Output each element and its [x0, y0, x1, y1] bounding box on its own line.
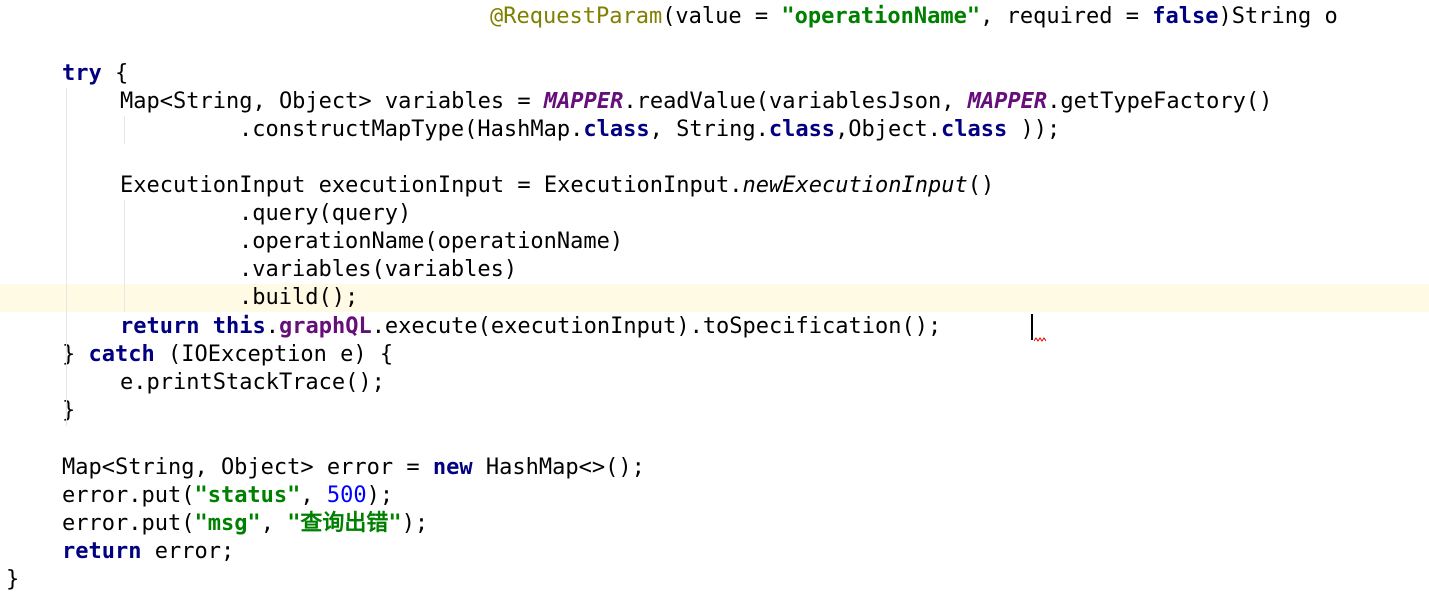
- code-line[interactable]: return this.graphQL.execute(executionInp…: [0, 313, 1429, 341]
- code-token-keyword: catch: [88, 342, 155, 367]
- code-line[interactable]: .constructMapType(HashMap.class, String.…: [0, 116, 1429, 144]
- code-token-keyword: new: [432, 455, 473, 480]
- code-line-text: e.printStackTrace();: [120, 369, 385, 397]
- code-token-plain: );: [366, 483, 394, 508]
- code-line[interactable]: Map<String, Object> variables = MAPPER.r…: [0, 88, 1429, 116]
- code-token-plain: ,: [300, 483, 327, 508]
- code-token-string: "operationName": [781, 4, 981, 29]
- code-line-text: .variables(variables): [239, 256, 517, 284]
- code-line-text: Map<String, Object> variables = MAPPER.r…: [120, 88, 1272, 116]
- code-editor[interactable]: @RequestParam(value = "operationName", r…: [0, 0, 1429, 604]
- code-line-text: .query(query): [239, 200, 411, 228]
- code-token-plain: }: [6, 567, 20, 592]
- code-line-text: }: [6, 566, 19, 594]
- code-line[interactable]: .build();: [0, 284, 1429, 312]
- code-token-plain: .operationName(operationName): [239, 229, 624, 254]
- code-line[interactable]: }: [0, 566, 1429, 594]
- code-token-plain: , required =: [980, 4, 1153, 29]
- code-token-keyword: class: [583, 117, 650, 142]
- code-line[interactable]: } catch (IOException e) {: [0, 341, 1429, 369]
- code-line[interactable]: }: [0, 397, 1429, 425]
- code-token-plain: error.put(: [62, 511, 195, 536]
- code-line[interactable]: @RequestParam(value = "operationName", r…: [0, 3, 1429, 31]
- indent-guide: [124, 200, 125, 312]
- code-token-keyword: class: [941, 117, 1008, 142]
- code-line[interactable]: Map<String, Object> error = new HashMap<…: [0, 454, 1429, 482]
- code-line[interactable]: try {: [0, 60, 1429, 88]
- text-caret: [1031, 314, 1033, 340]
- code-token-plain: (): [967, 173, 995, 198]
- code-token-plain: .build();: [239, 285, 359, 310]
- code-line[interactable]: error.put("msg", "查询出错");: [0, 510, 1429, 538]
- code-token-field: graphQL: [278, 314, 372, 339]
- code-line[interactable]: .variables(variables): [0, 256, 1429, 284]
- code-token-plain: ExecutionInput executionInput = Executio…: [120, 173, 743, 198]
- code-token-keyword: this: [212, 314, 266, 339]
- code-line-text: .operationName(operationName): [239, 228, 623, 256]
- code-token-number: 500: [326, 483, 367, 508]
- code-line[interactable]: .query(query): [0, 200, 1429, 228]
- code-token-string: "查询出错": [287, 511, 402, 536]
- code-token-annot: @RequestParam: [490, 4, 663, 29]
- code-token-plain: , String.: [649, 117, 769, 142]
- code-line[interactable]: return error;: [0, 538, 1429, 566]
- code-token-plain: .: [265, 314, 279, 339]
- code-line-text: }: [62, 397, 75, 425]
- code-line-text: .constructMapType(HashMap.class, String.…: [239, 116, 1060, 144]
- code-token-plain: .query(query): [239, 201, 412, 226]
- code-token-plain: ,Object.: [835, 117, 942, 142]
- code-line-text: return this.graphQL.execute(executionInp…: [120, 313, 941, 341]
- code-token-plain: ,: [260, 511, 288, 536]
- code-token-plain: (IOException e) {: [154, 342, 394, 367]
- code-line-text: @RequestParam(value = "operationName", r…: [490, 3, 1338, 31]
- code-token-italic: newExecutionInput: [742, 173, 968, 198]
- code-line-text: .build();: [239, 284, 358, 312]
- code-token-keyword: return: [120, 314, 200, 339]
- indent-guide: [66, 88, 67, 426]
- code-token-plain: .variables(variables): [239, 257, 518, 282]
- code-token-plain: HashMap<>();: [472, 455, 645, 480]
- code-token-plain: e.printStackTrace();: [120, 370, 385, 395]
- code-token-keyword: return: [62, 539, 142, 564]
- code-token-static: MAPPER: [967, 89, 1048, 114]
- code-token-keyword: try: [62, 61, 102, 86]
- code-line[interactable]: .operationName(operationName): [0, 228, 1429, 256]
- code-line-text: } catch (IOException e) {: [62, 341, 393, 369]
- code-line-text: return error;: [62, 538, 234, 566]
- code-token-static: MAPPER: [543, 89, 624, 114]
- code-token-plain: )String o: [1218, 4, 1338, 29]
- code-token-plain: }: [62, 398, 76, 423]
- code-token-plain: );: [401, 511, 429, 536]
- code-token-plain: {: [101, 61, 129, 86]
- code-token-plain: Map<String, Object> variables =: [120, 89, 544, 114]
- code-token-plain: ));: [1007, 117, 1061, 142]
- code-line-text: error.put("msg", "查询出错");: [62, 510, 428, 538]
- code-line[interactable]: ExecutionInput executionInput = Executio…: [0, 172, 1429, 200]
- error-squiggle-icon: [1034, 337, 1046, 342]
- code-line-text: try {: [62, 60, 128, 88]
- code-token-string: "msg": [194, 511, 261, 536]
- code-token-plain: error.put(: [62, 483, 195, 508]
- code-token-plain: .execute(executionInput).toSpecification…: [371, 314, 942, 339]
- code-line-text: ExecutionInput executionInput = Executio…: [120, 172, 994, 200]
- code-token-plain: .getTypeFactory(): [1047, 89, 1273, 114]
- code-token-plain: Map<String, Object> error =: [62, 455, 433, 480]
- code-token-keyword: class: [768, 117, 836, 142]
- code-token-plain: (value =: [662, 4, 782, 29]
- indent-guide: [124, 116, 125, 144]
- code-token-plain: .readValue(variablesJson,: [623, 89, 968, 114]
- code-line-text: error.put("status", 500);: [62, 482, 393, 510]
- code-line[interactable]: error.put("status", 500);: [0, 482, 1429, 510]
- code-token-plain: .constructMapType(HashMap.: [239, 117, 584, 142]
- code-token-keyword: false: [1152, 4, 1219, 29]
- code-token-string: "status": [194, 483, 301, 508]
- code-token-plain: error;: [141, 539, 235, 564]
- code-line-text: Map<String, Object> error = new HashMap<…: [62, 454, 645, 482]
- code-line[interactable]: e.printStackTrace();: [0, 369, 1429, 397]
